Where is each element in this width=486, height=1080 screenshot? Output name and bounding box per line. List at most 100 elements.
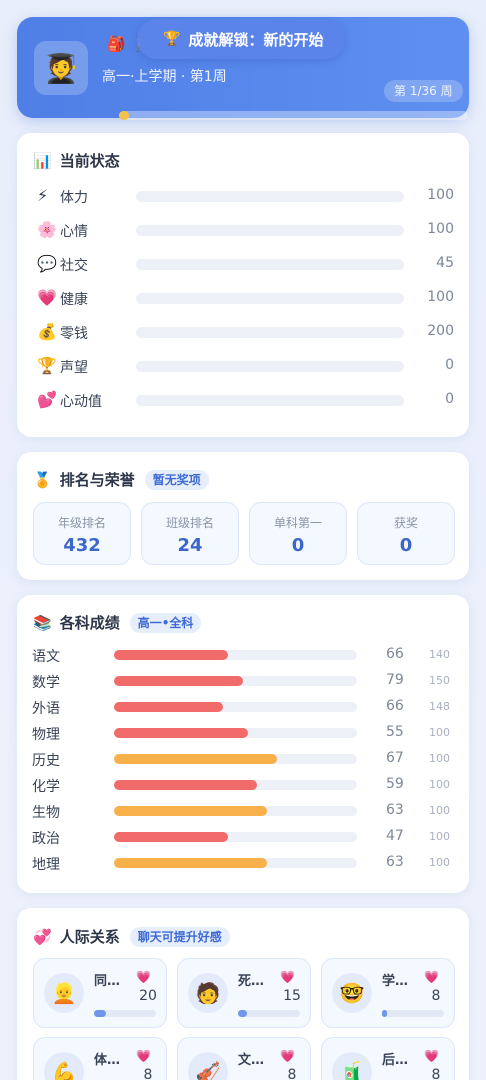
chart-icon: 📊 [33, 151, 52, 170]
relation-card[interactable]: 🎻 文… 💗 8 [177, 1037, 311, 1080]
stat-bar [136, 259, 404, 270]
grade-bar-fill [114, 728, 248, 738]
grade-bar [114, 650, 357, 660]
grades-title: 各科成绩 [59, 614, 120, 632]
honor-stat[interactable]: 获奖 0 [357, 502, 455, 565]
stat-label: 健康 [60, 292, 88, 308]
honors-title: 排名与荣誉 [59, 471, 135, 489]
honor-stat[interactable]: 单科第一 0 [249, 502, 347, 565]
stat-row: 💰 零钱 200 [33, 320, 455, 344]
grade-bar [114, 754, 357, 764]
honor-value: 0 [399, 535, 413, 556]
affection-bar-fill [94, 1010, 107, 1017]
grade-bar [114, 806, 357, 816]
semester-progress-fill [119, 111, 129, 120]
heart-icon: 💗 [136, 970, 151, 984]
affection-points: 8 [431, 1067, 441, 1080]
grade-row: 地理 63 100 [32, 853, 462, 873]
relation-avatar: 💪 [44, 1052, 84, 1080]
trophy-icon: 🏆 [163, 31, 181, 47]
subject-label: 生物 [32, 805, 60, 821]
relation-avatar: 👱 [44, 973, 84, 1013]
grade-bar-fill [114, 832, 229, 842]
stat-bar [136, 191, 404, 202]
person-avatar-icon: 💪 [51, 1060, 77, 1080]
person-avatar-icon: 👱 [51, 981, 77, 1005]
relation-card[interactable]: 🧑 死… 💗 15 [177, 958, 311, 1028]
grade-bar-fill [114, 806, 268, 816]
stat-icon: 💕 [37, 390, 57, 409]
grade-row: 语文 66 140 [32, 645, 462, 665]
heart-icon: 💗 [424, 1049, 439, 1063]
achievement-text: 成就解锁：新的开始 [188, 30, 324, 49]
grade-bar-fill [114, 650, 229, 660]
stat-value: 45 [436, 255, 454, 271]
relation-name: 学… [382, 974, 409, 989]
stat-value: 100 [427, 289, 454, 305]
relations-card: 💞 人际关系 聊天可提升好感 👱 同… 💗 20 🧑 死… 💗 15 🤓 学… 💗 8 💪 体… 💗 8 🎻 文…… [17, 908, 469, 1080]
subject-label: 历史 [32, 753, 60, 769]
student-avatar-icon: 🧑‍🎓 [43, 51, 79, 85]
grade-max: 148 [429, 700, 450, 713]
grade-max: 100 [429, 752, 450, 765]
semester-progress-bar [119, 111, 468, 120]
grade-row: 数学 79 150 [32, 671, 462, 691]
relation-avatar: 🧑 [188, 973, 228, 1013]
grade-score: 55 [386, 724, 404, 740]
honor-label: 班级排名 [165, 516, 214, 530]
relations-tag: 聊天可提升好感 [129, 926, 230, 947]
honor-stat[interactable]: 班级排名 24 [141, 502, 239, 565]
relation-card[interactable]: 👱 同… 💗 20 [33, 958, 167, 1028]
stat-value: 0 [445, 357, 454, 373]
subject-label: 语文 [32, 649, 60, 665]
person-avatar-icon: 🧑 [195, 981, 221, 1005]
grade-score: 79 [386, 672, 404, 688]
stat-label: 体力 [60, 190, 88, 206]
grade-max: 100 [429, 830, 450, 843]
stat-label: 心动值 [60, 394, 102, 410]
player-avatar[interactable]: 🧑‍🎓 [34, 41, 88, 95]
stat-label: 心情 [60, 224, 88, 240]
grade-bar-fill [114, 858, 268, 868]
subject-label: 政治 [32, 831, 60, 847]
grade-bar-fill [114, 676, 243, 686]
relation-card[interactable]: 🧃 后… 💗 8 [321, 1037, 455, 1080]
affection-points: 20 [139, 988, 157, 1004]
stat-bar [136, 225, 404, 236]
affection-bar [382, 1010, 444, 1017]
honor-label: 单科第一 [273, 516, 322, 530]
grade-row: 化学 59 100 [32, 775, 462, 795]
affection-bar-fill [382, 1010, 387, 1017]
grade-score: 66 [386, 646, 404, 662]
stat-row: 💕 心动值 0 [33, 388, 455, 412]
heart-icon: 💗 [280, 970, 295, 984]
stat-row: 🌸 心情 100 [33, 218, 455, 242]
relation-card[interactable]: 💪 体… 💗 8 [33, 1037, 167, 1080]
stat-value: 0 [445, 391, 454, 407]
relation-avatar: 🧃 [332, 1052, 372, 1080]
honors-tag: 暂无奖项 [144, 469, 209, 490]
stat-label: 零钱 [60, 326, 88, 342]
relation-name: 后… [382, 1053, 409, 1068]
affection-bar [238, 1010, 300, 1017]
heart-icon: 💗 [424, 970, 439, 984]
grade-max: 100 [429, 804, 450, 817]
grade-score: 67 [386, 750, 404, 766]
relation-avatar: 🎻 [188, 1052, 228, 1080]
grade-score: 66 [386, 698, 404, 714]
grade-row: 物理 55 100 [32, 723, 462, 743]
honor-stat[interactable]: 年级排名 432 [33, 502, 131, 565]
heart-icon: 💗 [280, 1049, 295, 1063]
grade-bar-fill [114, 702, 224, 712]
stat-icon: 💗 [37, 288, 57, 307]
stat-row: 🏆 声望 0 [33, 354, 455, 378]
person-avatar-icon: 🎻 [195, 1060, 221, 1080]
status-title: 当前状态 [59, 152, 120, 170]
achievement-toast[interactable]: 🏆 成就解锁：新的开始 [137, 19, 345, 59]
honor-label: 获奖 [393, 516, 418, 530]
relation-card[interactable]: 🤓 学… 💗 8 [321, 958, 455, 1028]
relations-title: 人际关系 [59, 928, 120, 946]
stat-bar [136, 395, 404, 406]
affection-bar [94, 1010, 156, 1017]
relation-name: 文… [238, 1053, 265, 1068]
